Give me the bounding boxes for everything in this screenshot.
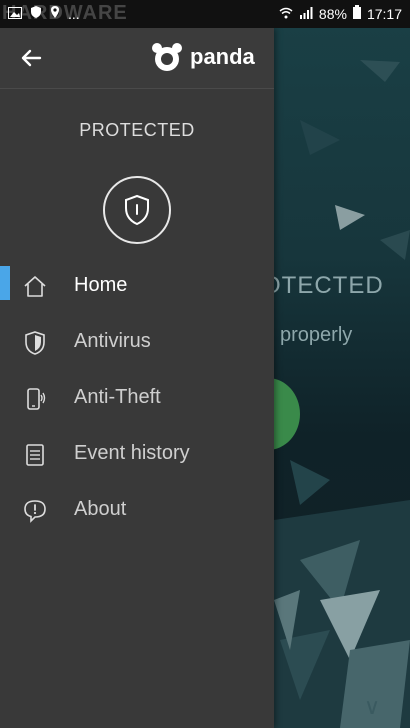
menu-item-label: Antivirus bbox=[74, 330, 151, 352]
panda-logo-icon bbox=[152, 43, 182, 71]
location-icon bbox=[50, 5, 60, 22]
brand-name: panda bbox=[190, 44, 255, 69]
protection-status-label: PROTECTED bbox=[79, 120, 195, 140]
active-indicator bbox=[0, 266, 10, 300]
shield-icon bbox=[22, 330, 48, 356]
shield-status-icon bbox=[30, 5, 42, 22]
navigation-drawer: panda PROTECTED Home Antivirus Anti-Thef… bbox=[0, 28, 274, 728]
menu-item-event-history[interactable]: Event history bbox=[0, 426, 274, 482]
background-sub-text: properly bbox=[280, 324, 353, 346]
signal-icon bbox=[299, 6, 313, 22]
image-icon bbox=[8, 6, 22, 22]
menu-item-label: Event history bbox=[74, 442, 190, 464]
clock: 17:17 bbox=[366, 5, 402, 22]
list-icon bbox=[22, 442, 48, 468]
back-arrow-icon[interactable] bbox=[18, 44, 46, 72]
info-bubble-icon bbox=[22, 498, 48, 524]
menu-item-anti-theft[interactable]: Anti-Theft bbox=[0, 370, 274, 426]
chevron-down-icon[interactable]: ∨ bbox=[364, 694, 380, 720]
menu-item-label: About bbox=[74, 498, 127, 520]
drawer-header: panda bbox=[0, 28, 274, 89]
protection-shield-icon bbox=[103, 176, 171, 244]
wifi-icon bbox=[279, 6, 293, 22]
menu-item-label: Anti-Theft bbox=[74, 386, 161, 408]
menu-item-home[interactable]: Home bbox=[0, 258, 274, 314]
phone-signal-icon bbox=[22, 386, 48, 412]
background-status-text: OTECTED bbox=[262, 272, 384, 299]
menu-item-antivirus[interactable]: Antivirus bbox=[0, 314, 274, 370]
battery-icon bbox=[352, 5, 361, 22]
more-notifications: ... bbox=[68, 5, 80, 22]
battery-percent: 88% bbox=[318, 5, 347, 22]
panda-logo: panda bbox=[150, 42, 255, 72]
status-bar: HARDWARE ... 88% 17:17 bbox=[0, 0, 410, 28]
menu-item-label: Home bbox=[74, 274, 128, 296]
menu-item-about[interactable]: About bbox=[0, 482, 274, 538]
home-icon bbox=[22, 274, 48, 300]
drawer-menu: Home Antivirus Anti-Theft Event history … bbox=[0, 258, 274, 538]
